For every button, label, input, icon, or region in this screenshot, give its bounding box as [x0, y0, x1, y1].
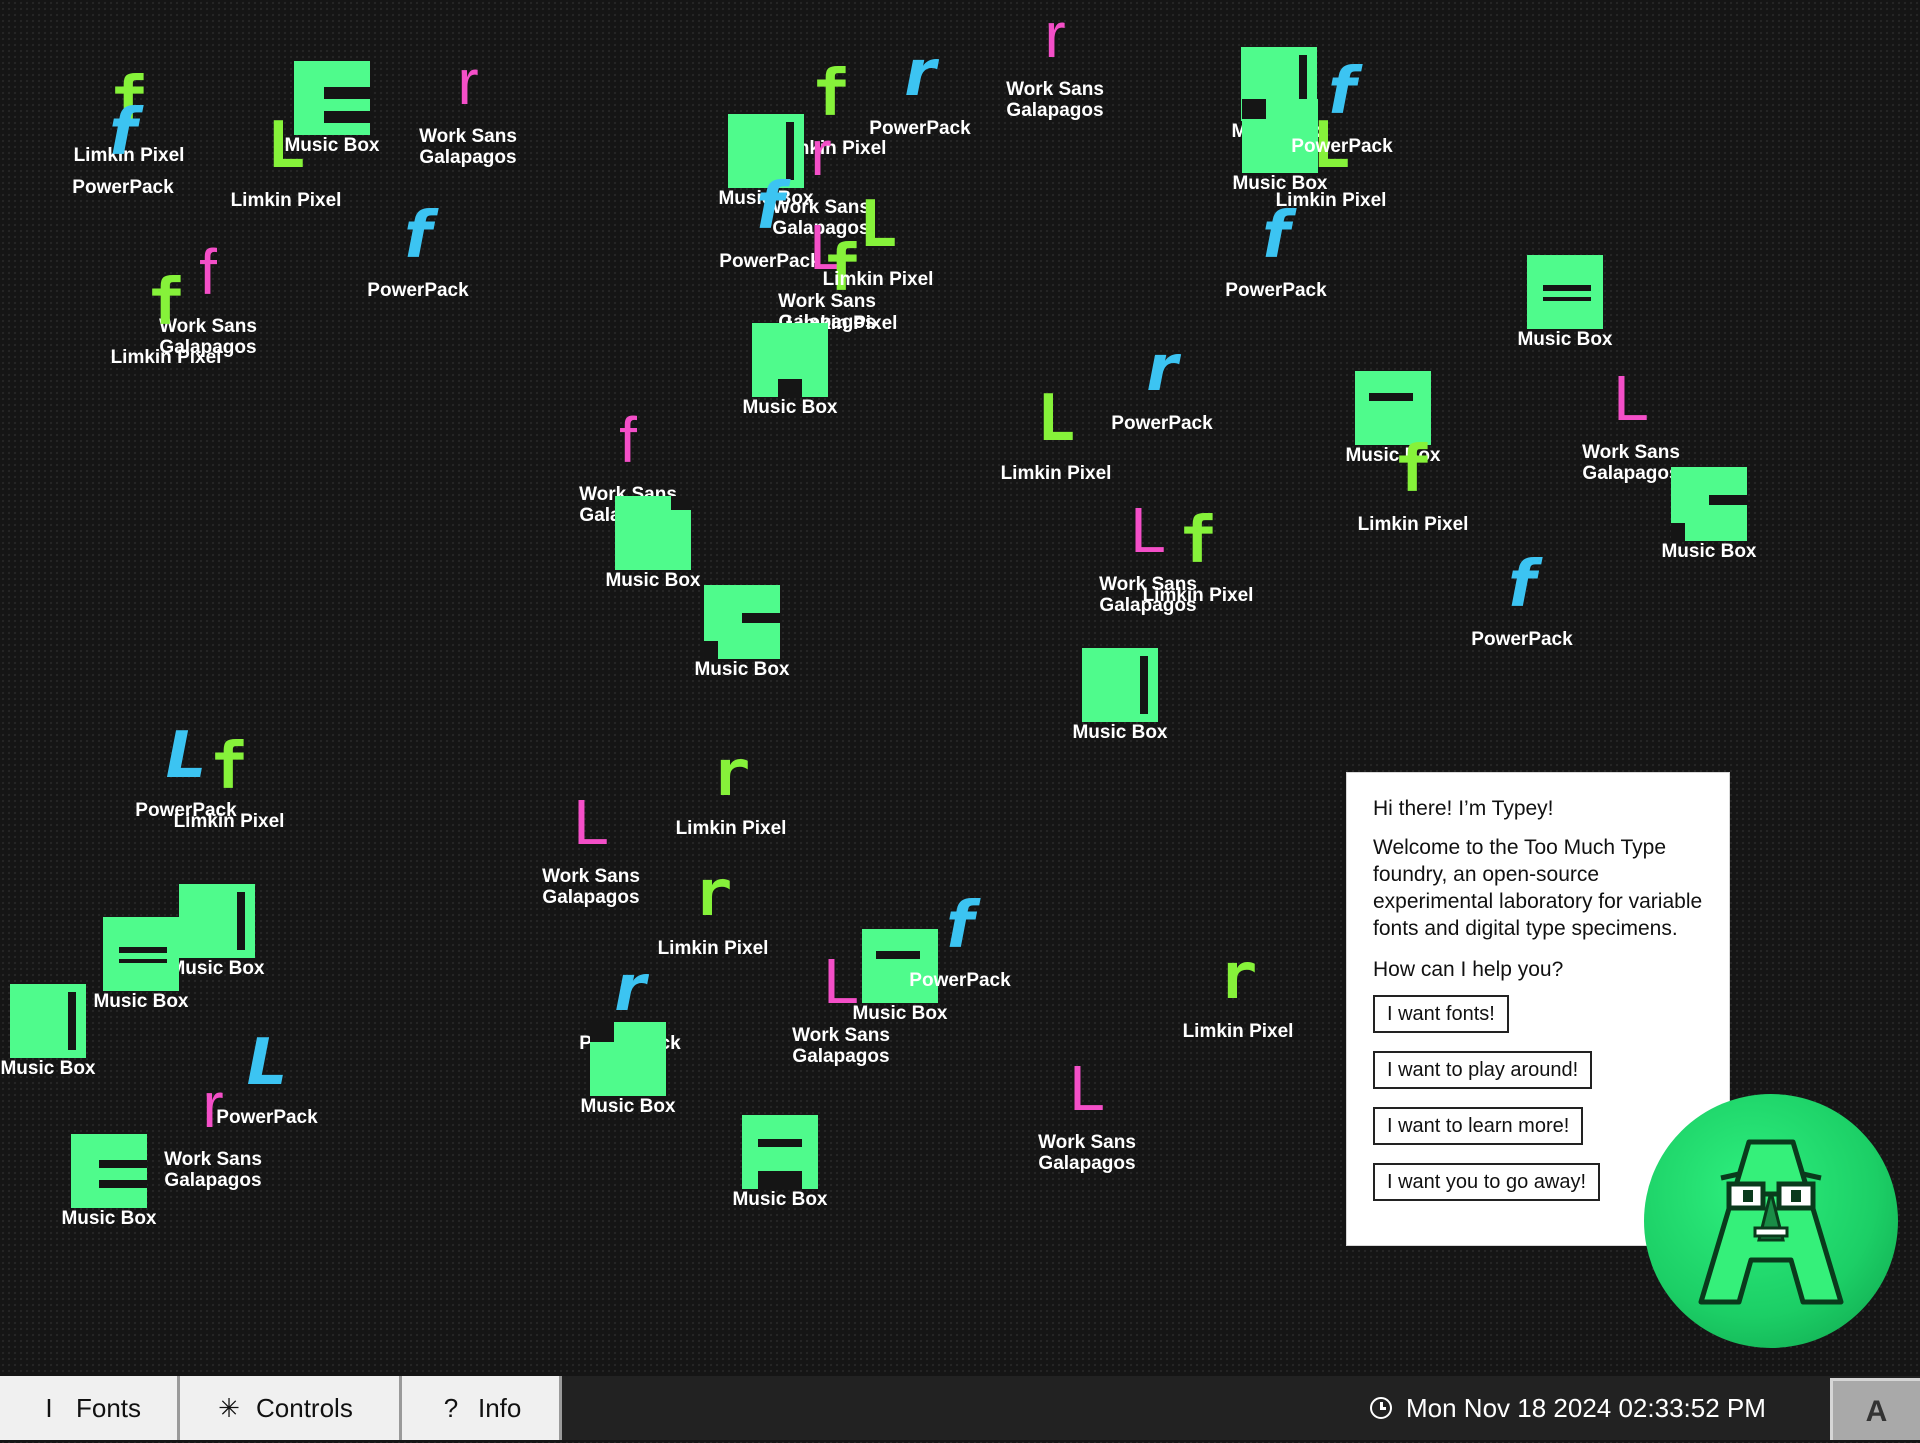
type-specimen: f Limkin Pixel — [1098, 505, 1298, 665]
typey-avatar[interactable] — [1644, 1094, 1898, 1348]
specimen-glyph[interactable]: f — [318, 200, 518, 272]
specimen-glyph[interactable]: f — [860, 890, 1060, 962]
info-button-label: Info — [478, 1393, 522, 1423]
info-button[interactable]: ? Info — [402, 1376, 562, 1440]
specimen-font-label: Work Sans Galapagos — [419, 126, 517, 168]
typey-toggle-button[interactable]: A — [1830, 1378, 1920, 1440]
specimen-glyph[interactable]: L — [1531, 362, 1731, 434]
specimen-font-label: PowerPack — [909, 970, 1011, 991]
clock: Mon Nov 18 2024 02:33:52 PM — [1370, 1376, 1766, 1440]
specimen-glyph[interactable]: E — [704, 585, 780, 659]
specimen-font-label: Limkin Pixel — [1142, 585, 1254, 606]
specimen-font-label: Work Sans Galapagos — [1006, 79, 1104, 121]
asterisk-icon: ✳ — [218, 1393, 240, 1423]
specimen-glyph[interactable]: L — [778, 189, 978, 261]
choice-want-fonts-button[interactable]: I want fonts! — [1373, 995, 1509, 1033]
specimen-font-label: Limkin Pixel — [173, 811, 285, 832]
specimen-font-label: PowerPack — [1471, 629, 1573, 650]
type-specimen: f Limkin Pixel — [129, 731, 329, 891]
specimen-glyph[interactable]: r — [368, 46, 568, 118]
specimen-glyph[interactable]: f — [129, 731, 329, 803]
specimen-font-label: Music Box — [61, 1208, 157, 1229]
type-specimen: f PowerPack — [318, 200, 518, 360]
specimen-glyph[interactable]: r — [1138, 941, 1338, 1013]
typey-intro: Welcome to the Too Much Type foundry, an… — [1373, 836, 1703, 940]
specimen-glyph[interactable]: f — [1098, 505, 1298, 577]
typey-greeting: Hi there! I’m Typey! — [1373, 797, 1554, 820]
controls-button[interactable]: ✳ Controls — [180, 1376, 402, 1440]
specimen-glyph[interactable]: f — [1422, 549, 1622, 621]
type-specimen: f PowerPack — [23, 97, 223, 257]
clock-text: Mon Nov 18 2024 02:33:52 PM — [1406, 1392, 1766, 1423]
specimen-glyph[interactable]: F — [71, 1134, 147, 1208]
type-specimen: f PowerPack — [1242, 56, 1442, 216]
specimen-glyph[interactable]: f — [1313, 434, 1513, 506]
taskbar: I Fonts ✳ Controls ? Info Mon Nov 18 202… — [0, 1376, 1920, 1440]
specimen-font-label: Limkin Pixel — [1000, 463, 1112, 484]
type-specimen: BMusic Box — [1020, 642, 1220, 802]
specimen-font-label: Music Box — [732, 1189, 828, 1210]
specimen-font-label: PowerPack — [367, 280, 469, 301]
specimen-glyph[interactable]: f — [23, 97, 223, 169]
type-specimen: EMusic Box — [680, 1109, 880, 1269]
type-specimen: r Work Sans Galapagos — [955, 0, 1155, 159]
specimen-font-label: Music Box — [1517, 329, 1613, 350]
type-specimen: f PowerPack — [860, 890, 1060, 1050]
specimen-glyph[interactable]: f — [1242, 56, 1442, 128]
specimen-glyph[interactable]: r — [631, 738, 831, 810]
specimen-font-label: PowerPack — [1291, 136, 1393, 157]
fonts-button[interactable]: I Fonts — [0, 1376, 180, 1440]
specimen-font-label: Work Sans Galapagos — [1038, 1132, 1136, 1174]
specimen-glyph[interactable]: A — [752, 323, 828, 397]
specimen-font-label: Limkin Pixel — [1357, 514, 1469, 535]
typey-question: How can I help you? — [1373, 958, 1564, 981]
specimen-glyph[interactable]: B — [1082, 648, 1158, 722]
specimen-glyph[interactable]: R — [1671, 467, 1747, 541]
text-cursor-icon: I — [45, 1393, 53, 1423]
specimen-glyph[interactable]: r — [613, 858, 813, 930]
choice-go-away-button[interactable]: I want you to go away! — [1373, 1163, 1601, 1201]
controls-button-label: Controls — [256, 1393, 353, 1423]
type-specimen: f Limkin Pixel — [66, 267, 266, 427]
type-specimen: FMusic Box — [9, 1128, 209, 1288]
specimen-glyph[interactable]: L — [10, 984, 86, 1058]
specimen-font-label: Limkin Pixel — [1182, 1021, 1294, 1042]
specimen-font-label: Music Box — [1072, 722, 1168, 743]
specimen-font-label: Limkin Pixel — [110, 347, 222, 368]
specimen-font-label: Limkin Pixel — [822, 269, 934, 290]
specimen-glyph[interactable]: f — [1176, 200, 1376, 272]
specimen-glyph[interactable]: L — [956, 383, 1156, 455]
specimen-glyph[interactable]: b — [590, 1022, 666, 1096]
specimen-font-label: Music Box — [694, 659, 790, 680]
choice-play-around-button[interactable]: I want to play around! — [1373, 1051, 1593, 1089]
type-specimen: f PowerPack — [1422, 549, 1622, 709]
clock-icon — [1370, 1397, 1392, 1419]
specimen-font-label: PowerPack — [72, 177, 174, 198]
specimen-font-label: PowerPack — [1225, 280, 1327, 301]
type-specimen: r Work Sans Galapagos — [368, 46, 568, 206]
specimen-font-label: Limkin Pixel — [675, 818, 787, 839]
specimen-glyph[interactable]: E — [742, 1115, 818, 1189]
specimen-glyph[interactable]: f — [66, 267, 266, 339]
specimen-glyph[interactable]: E — [615, 496, 691, 570]
question-icon: ? — [443, 1393, 459, 1423]
specimen-glyph[interactable]: E — [1527, 255, 1603, 329]
specimen-font-label: Music Box — [1661, 541, 1757, 562]
type-specimen: r Limkin Pixel — [1138, 941, 1338, 1101]
type-specimen: RMusic Box — [1609, 461, 1809, 621]
typey-letter-a-mascot-icon — [1698, 1139, 1844, 1305]
specimen-glyph[interactable]: r — [955, 0, 1155, 71]
choice-learn-more-button[interactable]: I want to learn more! — [1373, 1107, 1584, 1145]
specimen-glyph[interactable]: r — [530, 953, 730, 1025]
fonts-button-label: Fonts — [76, 1393, 142, 1423]
type-specimen: EMusic Box — [642, 579, 842, 739]
specimen-glyph[interactable]: f — [528, 404, 728, 476]
